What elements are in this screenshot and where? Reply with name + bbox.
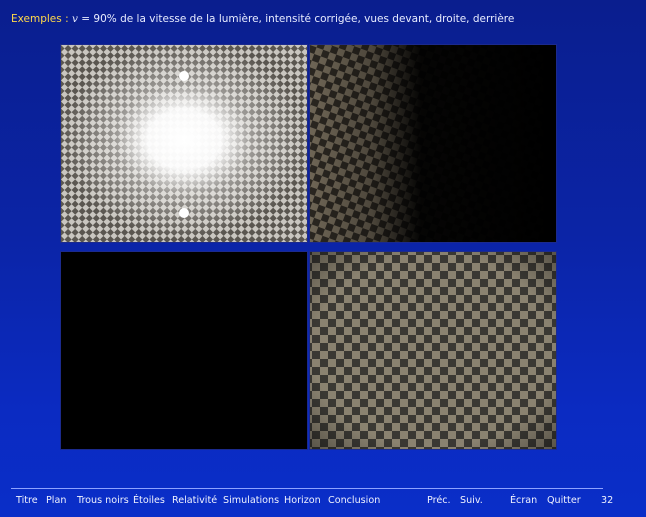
equals-sign: = [81, 13, 91, 25]
velocity-value: 90% [93, 13, 117, 25]
prev-button[interactable]: Préc. [427, 495, 451, 506]
nav-titre[interactable]: Titre [16, 495, 38, 506]
nav-relativite[interactable]: Relativité [172, 495, 217, 506]
header-text: de la vitesse de la lumière, intensité c… [120, 13, 515, 25]
view-right-image [309, 44, 557, 243]
quit-button[interactable]: Quitter [547, 495, 581, 506]
screen-button[interactable]: Écran [510, 495, 537, 506]
nav-trous-noirs[interactable]: Trous noirs [77, 495, 129, 506]
velocity-symbol: v [71, 13, 78, 25]
footer-divider [11, 488, 603, 489]
nav-simulations[interactable]: Simulations [223, 495, 279, 506]
nav-horizon[interactable]: Horizon [284, 495, 321, 506]
view-front-image [60, 44, 308, 243]
page-number: 32 [601, 495, 614, 506]
nav-plan[interactable]: Plan [46, 495, 66, 506]
view-reference-image [309, 251, 557, 450]
slide-header: Exemples : v = 90% de la vitesse de la l… [11, 13, 514, 25]
nav-conclusion[interactable]: Conclusion [328, 495, 380, 506]
header-label: Exemples : [11, 13, 69, 25]
next-button[interactable]: Suiv. [460, 495, 483, 506]
nav-etoiles[interactable]: Étoiles [133, 495, 165, 506]
view-back-image [60, 251, 308, 450]
